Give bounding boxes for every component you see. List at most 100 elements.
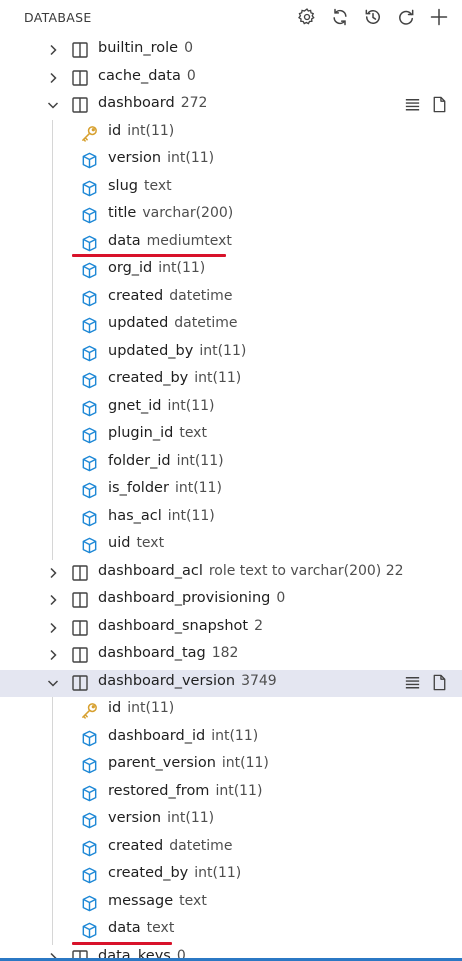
show-rows-icon[interactable] xyxy=(403,673,422,696)
table-row-count: 272 xyxy=(180,95,208,111)
tree-item-column[interactable]: id int(11) xyxy=(0,697,462,724)
tree-item-table-builtin-role[interactable]: builtin_role 0 xyxy=(0,37,462,64)
column-cube-icon xyxy=(80,289,99,308)
tree-item-column[interactable]: version int(11) xyxy=(0,807,462,834)
column-cube-icon xyxy=(80,536,99,555)
column-name: message xyxy=(108,892,174,909)
column-type: int(11) xyxy=(199,342,247,359)
tree-item-column[interactable]: parent_version int(11) xyxy=(0,752,462,779)
column-cube-icon xyxy=(80,316,99,335)
tree-item-column[interactable]: created datetime xyxy=(0,835,462,862)
new-file-icon[interactable] xyxy=(430,673,449,696)
tree-item-table-dashboard[interactable]: dashboard 272 xyxy=(0,92,462,119)
tree-item-column[interactable]: title varchar(200) xyxy=(0,202,462,229)
chevron-down-icon[interactable] xyxy=(45,97,61,113)
table-icon xyxy=(71,96,89,114)
table-icon xyxy=(71,674,89,692)
column-cube-icon xyxy=(80,839,99,858)
add-connection-button[interactable] xyxy=(425,4,452,31)
column-type: text xyxy=(143,177,172,194)
tree-item-column[interactable]: id int(11) xyxy=(0,120,462,147)
column-name: slug xyxy=(108,177,138,194)
column-name: updated_by xyxy=(108,342,194,359)
column-cube-icon xyxy=(80,509,99,528)
sync-icon xyxy=(332,8,347,26)
tree-item-column[interactable]: restored_from int(11) xyxy=(0,780,462,807)
tree-item-column[interactable]: plugin_id text xyxy=(0,422,462,449)
table-actions xyxy=(403,95,449,118)
column-name: folder_id xyxy=(108,452,171,469)
tree-item-table-dashboard-tag[interactable]: dashboard_tag 182 xyxy=(0,642,462,669)
chevron-right-icon[interactable] xyxy=(45,42,61,58)
column-name: updated xyxy=(108,315,169,331)
tree-item-column[interactable]: has_acl int(11) xyxy=(0,505,462,532)
column-cube-icon xyxy=(80,344,99,363)
chevron-right-icon[interactable] xyxy=(45,592,61,608)
history-button[interactable] xyxy=(359,4,386,31)
table-row-count: role text to varchar(200) 22 xyxy=(208,562,404,579)
column-type: datetime xyxy=(169,287,233,304)
tree-item-column[interactable]: uid text xyxy=(0,532,462,559)
show-rows-icon[interactable] xyxy=(403,95,422,118)
panel-title: DATABASE xyxy=(24,9,92,25)
key-icon xyxy=(80,124,99,143)
tree-item-column[interactable]: org_id int(11) xyxy=(0,257,462,284)
column-cube-icon xyxy=(80,234,99,253)
tree-item-column[interactable]: slug text xyxy=(0,175,462,202)
table-row-count: 0 xyxy=(186,67,196,84)
column-name: created xyxy=(108,287,164,304)
tree-item-column[interactable]: updated datetime xyxy=(0,312,462,339)
reload-button[interactable] xyxy=(392,4,419,31)
column-cube-icon xyxy=(80,426,99,445)
column-name: is_folder xyxy=(108,480,169,496)
column-name: data xyxy=(108,232,141,249)
column-name: created_by xyxy=(108,370,189,386)
tree-item-column[interactable]: message text xyxy=(0,890,462,917)
column-name: data xyxy=(108,920,141,936)
chevron-right-icon[interactable] xyxy=(45,565,61,581)
column-cube-icon xyxy=(80,729,99,748)
database-tree[interactable]: builtin_role 0 cache_data 0 dashboard 272 i… xyxy=(0,34,462,961)
tree-item-table-dashboard-provisioning[interactable]: dashboard_provisioning 0 xyxy=(0,587,462,614)
history-icon xyxy=(365,9,380,24)
new-file-icon[interactable] xyxy=(430,95,449,118)
column-name: uid xyxy=(108,535,131,551)
tree-item-table-dashboard-snapshot[interactable]: dashboard_snapshot 2 xyxy=(0,615,462,642)
column-type: int(11) xyxy=(167,397,215,414)
table-name: dashboard xyxy=(98,95,175,111)
tree-item-table-cache-data[interactable]: cache_data 0 xyxy=(0,65,462,92)
column-type: int(11) xyxy=(127,122,175,139)
column-name: dashboard_id xyxy=(108,727,206,744)
tree-item-column[interactable]: updated_by int(11) xyxy=(0,340,462,367)
tree-item-table-dashboard-acl[interactable]: dashboard_acl role text to varchar(200) 2… xyxy=(0,560,462,587)
tree-item-column[interactable]: created_by int(11) xyxy=(0,862,462,889)
tree-item-column[interactable]: is_folder int(11) xyxy=(0,477,462,504)
column-type: int(11) xyxy=(221,755,269,771)
column-name: id xyxy=(108,700,122,716)
tree-item-table-dashboard-version[interactable]: dashboard_version 3749 xyxy=(0,669,462,697)
chevron-right-icon[interactable] xyxy=(45,647,61,663)
column-name: org_id xyxy=(108,260,153,276)
tree-item-column[interactable]: created datetime xyxy=(0,285,462,312)
column-name: gnet_id xyxy=(108,397,162,414)
tree-item-column[interactable]: gnet_id int(11) xyxy=(0,395,462,422)
column-cube-icon xyxy=(80,454,99,473)
tree-item-column[interactable]: data mediumtext xyxy=(0,230,462,257)
column-cube-icon xyxy=(80,811,99,830)
column-cube-icon xyxy=(80,921,99,940)
tree-item-column[interactable]: data text xyxy=(0,917,462,944)
tree-item-column[interactable]: version int(11) xyxy=(0,147,462,174)
tree-item-column[interactable]: created_by int(11) xyxy=(0,367,462,394)
settings-button[interactable] xyxy=(293,4,320,31)
chevron-down-icon[interactable] xyxy=(45,675,61,691)
column-name: restored_from xyxy=(108,782,210,799)
chevron-right-icon[interactable] xyxy=(45,620,61,636)
refresh-button[interactable] xyxy=(326,4,353,31)
column-name: has_acl xyxy=(108,507,162,524)
table-icon xyxy=(71,564,89,582)
column-name: id xyxy=(108,122,122,139)
tree-item-column[interactable]: folder_id int(11) xyxy=(0,450,462,477)
tree-item-column[interactable]: dashboard_id int(11) xyxy=(0,725,462,752)
chevron-right-icon[interactable] xyxy=(45,70,61,86)
column-type: int(11) xyxy=(194,865,242,881)
